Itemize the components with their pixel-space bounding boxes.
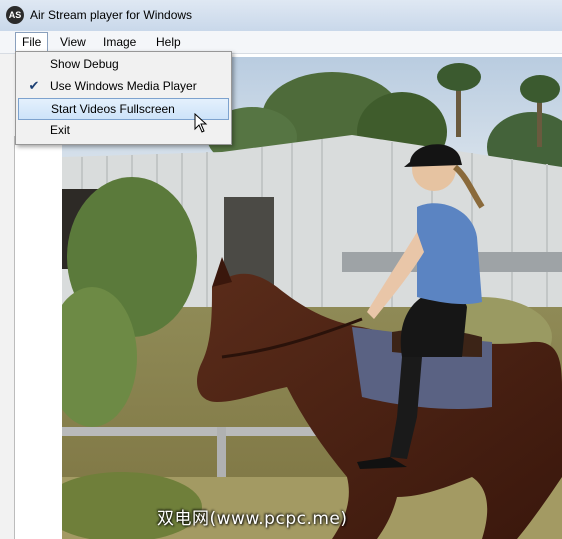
menu-view[interactable]: View: [54, 33, 92, 51]
menu-item-label: Start Videos Fullscreen: [51, 102, 175, 116]
menu-item-show-debug[interactable]: Show Debug: [18, 54, 229, 74]
menu-file[interactable]: File: [15, 32, 49, 52]
menu-item-label: Exit: [50, 123, 71, 137]
menu-help[interactable]: Help: [150, 33, 187, 51]
mouse-pointer-icon: [194, 113, 208, 133]
menu-image[interactable]: Image: [97, 33, 142, 51]
video-watermark: 双电网(www.pcpc.me): [157, 509, 348, 529]
check-icon: ✔: [28, 78, 40, 93]
title-bar[interactable]: AS Air Stream player for Windows: [0, 0, 562, 32]
menu-item-use-windows-media-player[interactable]: ✔ Use Windows Media Player: [18, 76, 229, 96]
menu-item-label: Show Debug: [50, 57, 119, 71]
window-title: Air Stream player for Windows: [30, 8, 193, 22]
app-icon: AS: [6, 6, 24, 24]
left-panel: [14, 136, 63, 539]
menu-item-label: Use Windows Media Player: [50, 79, 197, 93]
